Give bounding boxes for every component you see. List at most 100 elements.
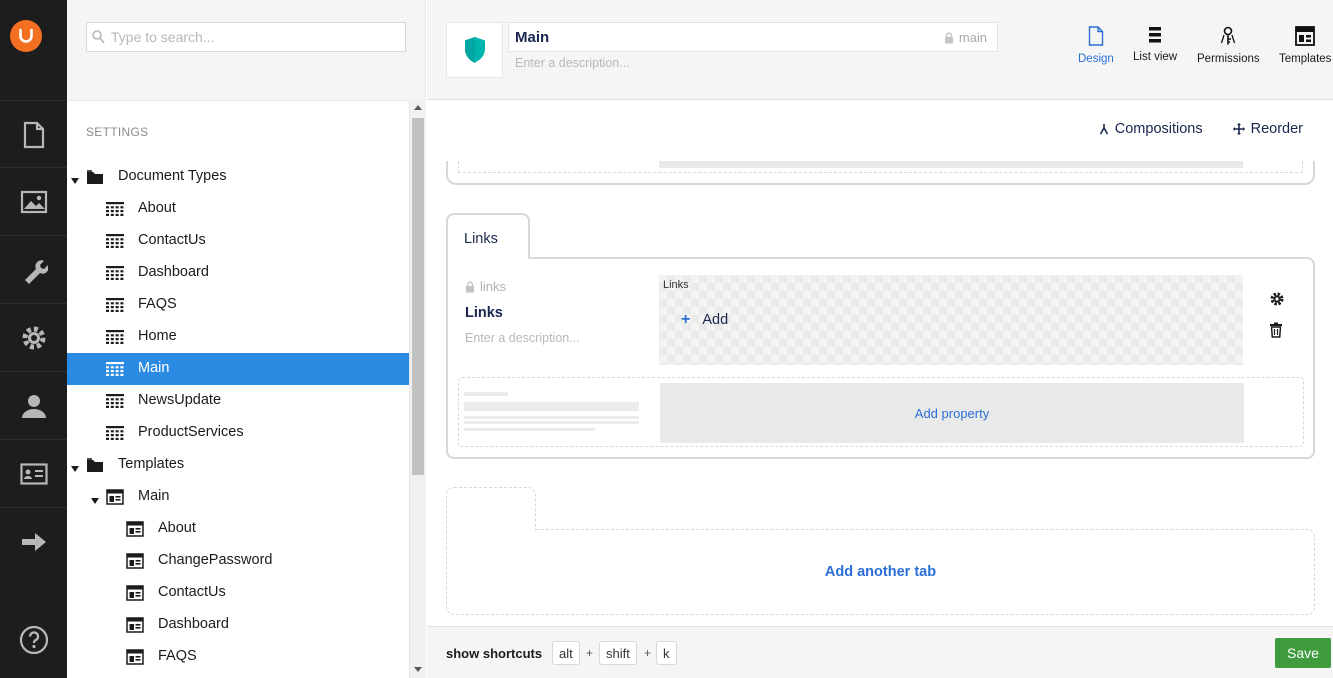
app-listview-tab[interactable]: List view bbox=[1133, 26, 1177, 72]
keys-icon bbox=[1221, 26, 1236, 45]
caret-down-icon[interactable] bbox=[70, 461, 80, 472]
app-templates-label: Templates bbox=[1279, 53, 1332, 65]
tree-node-label: FAQS bbox=[158, 648, 197, 664]
tree-node-faqs[interactable]: FAQS bbox=[67, 289, 409, 321]
app-sections-rail bbox=[0, 0, 67, 678]
property-delete-trash-icon[interactable] bbox=[1269, 322, 1285, 341]
previous-group-bar bbox=[659, 161, 1243, 168]
app-permissions-tab[interactable]: Permissions bbox=[1197, 26, 1260, 72]
umbraco-logo-icon[interactable] bbox=[10, 20, 42, 52]
template-layout-icon bbox=[126, 649, 144, 665]
editor-toolbar: Compositions Reorder bbox=[1099, 121, 1303, 137]
tree-header bbox=[67, 0, 426, 100]
folder-icon bbox=[86, 457, 104, 473]
tree-node-label: ProductServices bbox=[138, 424, 244, 440]
folder-icon bbox=[86, 169, 104, 185]
description-input[interactable]: Enter a description... bbox=[515, 56, 630, 70]
placeholder-line bbox=[464, 392, 508, 396]
tree-node-dashboard[interactable]: Dashboard bbox=[67, 609, 409, 641]
reorder-button[interactable]: Reorder bbox=[1232, 121, 1303, 137]
layout-icon bbox=[1295, 26, 1316, 46]
add-property-button[interactable]: Add property bbox=[660, 383, 1244, 443]
add-another-tab-area[interactable]: Add another tab bbox=[446, 529, 1315, 615]
property-alias[interactable]: links bbox=[465, 279, 506, 294]
app-design-tab[interactable]: Design bbox=[1078, 26, 1114, 72]
list-icon bbox=[1149, 27, 1162, 43]
merge-icon bbox=[1099, 124, 1108, 135]
tree-scrollbar[interactable] bbox=[409, 100, 426, 678]
show-shortcuts-link[interactable]: show shortcuts bbox=[446, 646, 542, 661]
packages-section-gear-icon[interactable] bbox=[0, 303, 67, 371]
plus-icon: + bbox=[681, 311, 691, 328]
members-section-id-card-icon[interactable] bbox=[0, 439, 67, 507]
tree-node-main[interactable]: Main bbox=[67, 481, 409, 513]
new-tab-stub[interactable] bbox=[446, 487, 536, 531]
tree-node-home[interactable]: Home bbox=[67, 321, 409, 353]
forms-section-arrow-right-icon[interactable] bbox=[0, 507, 67, 575]
app-templates-tab[interactable]: Templates bbox=[1279, 26, 1331, 72]
app-design-label: Design bbox=[1078, 53, 1114, 65]
content-section-document-icon[interactable] bbox=[0, 100, 67, 168]
grid-doc-type-icon bbox=[106, 393, 124, 409]
move-icon bbox=[1232, 123, 1245, 135]
scroll-up-arrow-icon[interactable] bbox=[414, 105, 422, 110]
property-group: links Links Enter a description... Links… bbox=[446, 257, 1315, 459]
add-another-tab-button[interactable]: Add another tab bbox=[825, 564, 936, 580]
grid-doc-type-icon bbox=[106, 425, 124, 441]
tree-node-productservices[interactable]: ProductServices bbox=[67, 417, 409, 449]
tree-node-contactus[interactable]: ContactUs bbox=[67, 577, 409, 609]
tree-node-faqs[interactable]: FAQS bbox=[67, 641, 409, 673]
property-alias-text: links bbox=[480, 279, 507, 294]
tree-section-title: SETTINGS bbox=[86, 125, 149, 139]
tree-node-label: Document Types bbox=[118, 168, 227, 184]
caret-down-icon[interactable] bbox=[70, 173, 80, 184]
help-question-icon[interactable] bbox=[0, 610, 67, 670]
tree-node-label: Main bbox=[138, 360, 170, 376]
group-tab[interactable]: Links bbox=[446, 213, 530, 259]
tree-node-document-types[interactable]: Document Types bbox=[67, 161, 409, 193]
tree-node-newsupdate[interactable]: NewsUpdate bbox=[67, 385, 409, 417]
property-settings-gear-icon[interactable] bbox=[1269, 291, 1285, 310]
add-link-button[interactable]: + Add bbox=[681, 311, 728, 329]
tree-node-label: Dashboard bbox=[138, 264, 209, 280]
add-link-label: Add bbox=[702, 312, 729, 328]
caret-down-icon[interactable] bbox=[90, 493, 100, 504]
property-tools bbox=[1269, 291, 1285, 341]
scroll-down-arrow-icon[interactable] bbox=[414, 667, 422, 672]
template-layout-icon bbox=[126, 585, 144, 601]
tree-node-label: ContactUs bbox=[158, 584, 226, 600]
tree-node-templates[interactable]: Templates bbox=[67, 449, 409, 481]
tree-node-changepassword[interactable]: ChangePassword bbox=[67, 545, 409, 577]
editor-footer: show shortcuts alt + shift + k Save bbox=[427, 626, 1333, 678]
grid-doc-type-icon bbox=[106, 201, 124, 217]
doctype-icon-picker[interactable] bbox=[446, 22, 503, 78]
tree-node-contactus[interactable]: ContactUs bbox=[67, 225, 409, 257]
placeholder-line bbox=[464, 421, 639, 424]
grid-doc-type-icon bbox=[106, 297, 124, 313]
shield-icon bbox=[464, 37, 485, 63]
tree-node-label: About bbox=[158, 520, 196, 536]
grid-doc-type-icon bbox=[106, 329, 124, 345]
template-layout-icon bbox=[126, 553, 144, 569]
save-button[interactable]: Save bbox=[1275, 638, 1331, 668]
alias-field[interactable]: main bbox=[944, 30, 987, 45]
grid-doc-type-icon bbox=[106, 233, 124, 249]
property-description[interactable]: Enter a description... bbox=[465, 331, 580, 345]
media-section-image-icon[interactable] bbox=[0, 167, 67, 235]
compositions-button[interactable]: Compositions bbox=[1099, 121, 1203, 137]
tree-node-about[interactable]: About bbox=[67, 193, 409, 225]
users-section-user-icon[interactable] bbox=[0, 371, 67, 439]
search-input[interactable] bbox=[111, 23, 401, 51]
tree-node-dashboard[interactable]: Dashboard bbox=[67, 257, 409, 289]
property-name[interactable]: Links bbox=[465, 305, 503, 321]
settings-section-wrench-icon[interactable] bbox=[0, 235, 67, 303]
scrollbar-thumb[interactable] bbox=[412, 118, 424, 475]
tree-node-main[interactable]: Main bbox=[67, 353, 409, 385]
property-editor-preview[interactable]: Links + Add bbox=[659, 275, 1243, 365]
tree-node-label: Templates bbox=[118, 456, 185, 472]
key-shift: shift bbox=[599, 641, 637, 665]
tree-node-about[interactable]: About bbox=[67, 513, 409, 545]
name-input[interactable] bbox=[515, 23, 915, 51]
tree-node-label: ContactUs bbox=[138, 232, 206, 248]
template-layout-icon bbox=[126, 521, 144, 537]
